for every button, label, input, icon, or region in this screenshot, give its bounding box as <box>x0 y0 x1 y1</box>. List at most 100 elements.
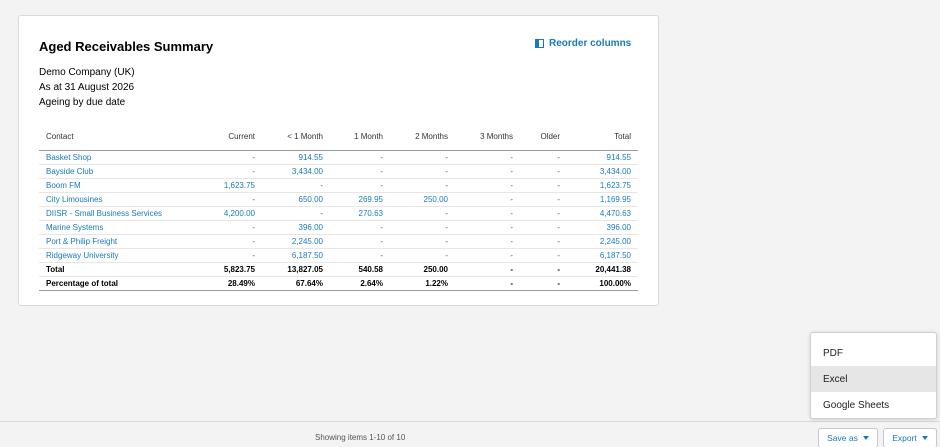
save-as-button[interactable]: Save as <box>818 428 878 447</box>
amount-cell: - <box>455 206 520 221</box>
amount-cell[interactable]: 269.95 <box>330 192 390 207</box>
amount-cell: - <box>520 248 567 263</box>
amount-cell: - <box>390 206 455 221</box>
amount-cell: 13,827.05 <box>262 261 330 277</box>
table-row: Bayside Club -3,434.00- - - -3,434.00 <box>39 164 638 179</box>
amount-cell: 2.64% <box>330 276 390 291</box>
amount-cell[interactable]: 6,187.50 <box>567 248 638 263</box>
export-button[interactable]: Export <box>883 428 937 447</box>
column-header-2-months[interactable]: 2 Months <box>390 124 455 151</box>
amount-cell: - <box>455 178 520 193</box>
footer-bar <box>0 421 940 447</box>
contact-link[interactable]: Boom FM <box>39 178 207 193</box>
amount-cell[interactable]: 2,245.00 <box>567 234 638 249</box>
column-header-contact[interactable]: Contact <box>39 124 207 151</box>
export-menu-item-google-sheets[interactable]: Google Sheets <box>811 392 936 418</box>
amount-cell[interactable]: 250.00 <box>390 192 455 207</box>
column-header-less-1-month[interactable]: < 1 Month <box>262 124 330 151</box>
amount-cell: 540.58 <box>330 261 390 277</box>
amount-cell: - <box>520 206 567 221</box>
report-card: Aged Receivables Summary Reorder columns… <box>18 15 659 306</box>
column-header-3-months[interactable]: 3 Months <box>455 124 520 151</box>
ageing-basis: Ageing by due date <box>39 97 126 108</box>
percentage-row: Percentage of total 28.49% 67.64% 2.64% 1.22… <box>39 276 638 291</box>
amount-cell: - <box>207 220 262 235</box>
amount-cell: - <box>330 234 390 249</box>
amount-cell: - <box>390 220 455 235</box>
amount-cell[interactable]: 396.00 <box>262 220 330 235</box>
amount-cell: 20,441.38 <box>567 261 638 277</box>
columns-icon <box>535 39 544 48</box>
column-header-older[interactable]: Older <box>520 124 567 151</box>
amount-cell: - <box>330 220 390 235</box>
amount-cell: - <box>455 261 520 277</box>
amount-cell[interactable]: 396.00 <box>567 220 638 235</box>
contact-link[interactable]: Ridgeway University <box>39 248 207 263</box>
amount-cell: - <box>330 164 390 179</box>
amount-cell: - <box>455 234 520 249</box>
amount-cell[interactable]: 914.55 <box>262 150 330 165</box>
amount-cell[interactable]: 1,623.75 <box>567 178 638 193</box>
amount-cell: - <box>207 164 262 179</box>
amount-cell: - <box>330 248 390 263</box>
amount-cell: - <box>520 178 567 193</box>
amount-cell: - <box>455 164 520 179</box>
amount-cell: - <box>455 150 520 165</box>
amount-cell: 1.22% <box>390 276 455 291</box>
table-row: Boom FM 1,623.75- - - - -1,623.75 <box>39 178 638 193</box>
amount-cell[interactable]: 650.00 <box>262 192 330 207</box>
pagination-status: Showing items 1-10 of 10 <box>315 433 406 442</box>
amount-cell[interactable]: 914.55 <box>567 150 638 165</box>
amount-cell[interactable]: 4,200.00 <box>207 206 262 221</box>
amount-cell: - <box>520 164 567 179</box>
amount-cell[interactable]: 2,245.00 <box>262 234 330 249</box>
contact-link[interactable]: Bayside Club <box>39 164 207 179</box>
amount-cell: - <box>455 276 520 291</box>
table-row: Port & Philip Freight -2,245.00- - - -2,245.… <box>39 234 638 249</box>
amount-cell[interactable]: 4,470.63 <box>567 206 638 221</box>
amount-cell: - <box>520 261 567 277</box>
chevron-down-icon <box>921 436 928 440</box>
column-header-total[interactable]: Total <box>567 124 638 151</box>
column-header-1-month[interactable]: 1 Month <box>330 124 390 151</box>
export-menu: PDF Excel Google Sheets <box>810 332 937 419</box>
table-row: City Limousines -650.00 269.95 250.00- -1,16… <box>39 192 638 207</box>
amount-cell[interactable]: 3,434.00 <box>262 164 330 179</box>
amount-cell[interactable]: 3,434.00 <box>567 164 638 179</box>
column-header-current[interactable]: Current <box>207 124 262 151</box>
amount-cell[interactable]: 270.63 <box>330 206 390 221</box>
amount-cell: - <box>390 178 455 193</box>
export-menu-item-pdf[interactable]: PDF <box>811 340 936 366</box>
amount-cell[interactable]: 6,187.50 <box>262 248 330 263</box>
amount-cell: - <box>207 234 262 249</box>
company-name: Demo Company (UK) <box>39 67 135 78</box>
amount-cell: 5,823.75 <box>207 261 262 277</box>
amount-cell: - <box>520 234 567 249</box>
amount-cell: - <box>520 220 567 235</box>
reorder-columns-link[interactable]: Reorder columns <box>535 38 631 49</box>
row-label: Percentage of total <box>39 276 207 291</box>
amount-cell: - <box>390 150 455 165</box>
amount-cell[interactable]: 1,169.95 <box>567 192 638 207</box>
amount-cell: - <box>330 178 390 193</box>
contact-link[interactable]: City Limousines <box>39 192 207 207</box>
contact-link[interactable]: DIISR - Small Business Services <box>39 206 207 221</box>
export-menu-item-excel[interactable]: Excel <box>811 366 936 392</box>
amount-cell[interactable]: 1,623.75 <box>207 178 262 193</box>
table-row: Basket Shop -914.55- - - -914.55 <box>39 150 638 165</box>
table-row: Ridgeway University -6,187.50- - - -6,187.50 <box>39 248 638 263</box>
chevron-down-icon <box>862 436 869 440</box>
total-row: Total 5,823.75 13,827.05 540.58 250.00- -20,4… <box>39 261 638 277</box>
amount-cell: 28.49% <box>207 276 262 291</box>
contact-link[interactable]: Marine Systems <box>39 220 207 235</box>
amount-cell: 100.00% <box>567 276 638 291</box>
contact-link[interactable]: Port & Philip Freight <box>39 234 207 249</box>
amount-cell: - <box>455 220 520 235</box>
report-date: As at 31 August 2026 <box>39 82 135 93</box>
amount-cell: - <box>207 150 262 165</box>
amount-cell: 67.64% <box>262 276 330 291</box>
amount-cell: - <box>207 192 262 207</box>
amount-cell: - <box>455 192 520 207</box>
contact-link[interactable]: Basket Shop <box>39 150 207 165</box>
aged-receivables-table: Contact Current < 1 Month 1 Month 2 Mont… <box>39 124 638 291</box>
